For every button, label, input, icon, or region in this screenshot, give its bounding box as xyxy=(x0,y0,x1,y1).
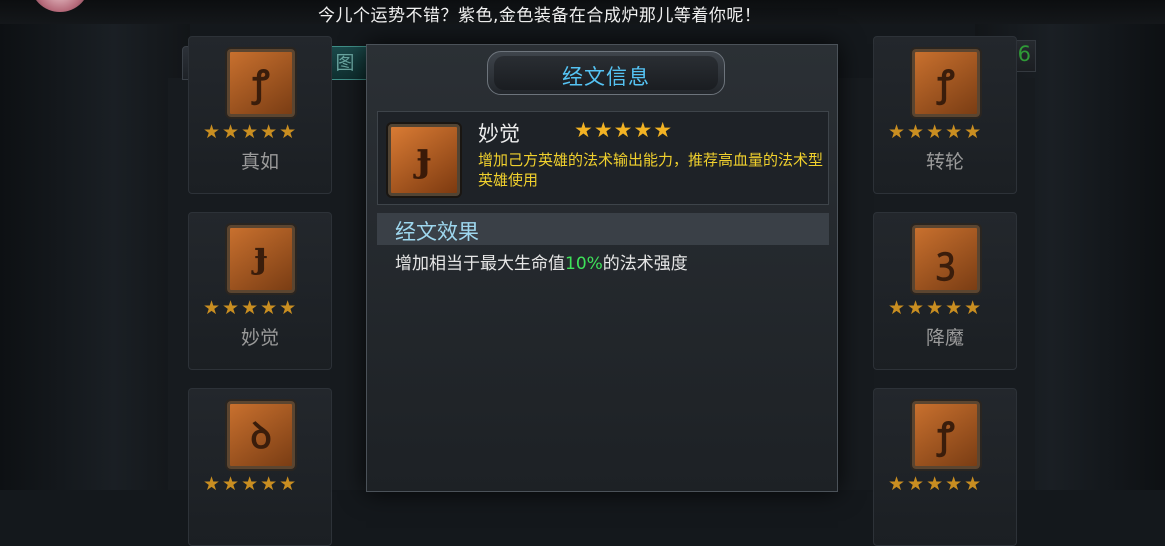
star-rating: ★★★★★ xyxy=(888,473,984,495)
scripture-info-dialog: 经文信息 ɟ 妙觉 ★★★★★ 增加己方英雄的法术输出能力，推荐高血量的法术型英… xyxy=(366,44,838,492)
card-name: 转轮 xyxy=(925,151,964,173)
effect-suffix: 的法术强度 xyxy=(602,254,688,274)
scripture-glyph-icon: ꝭ xyxy=(937,63,955,105)
dialog-header: 经文信息 xyxy=(487,51,725,95)
scripture-icon: ꝫ xyxy=(912,225,980,293)
scripture-icon: ꝭ xyxy=(912,401,980,469)
effect-section-header: 经文效果 xyxy=(377,213,829,245)
announcement-text: 今儿个运势不错？紫色,金色装备在合成炉那儿等着你呢！ xyxy=(318,6,762,26)
scripture-icon: ꝭ xyxy=(912,49,980,117)
scripture-icon: ɟ xyxy=(227,225,295,293)
scripture-card-xiangmo[interactable]: ꝫ ★★★★★ 降魔 xyxy=(873,212,1017,370)
scripture-card-third[interactable]: ꝺ ★★★★★ xyxy=(188,388,332,546)
scripture-glyph-icon: ꝺ xyxy=(250,415,272,457)
scripture-glyph-icon: ꝫ xyxy=(936,239,956,281)
scripture-icon: ꝺ xyxy=(227,401,295,469)
item-name: 妙觉 xyxy=(478,122,520,146)
scripture-card-sixth[interactable]: ꝭ ★★★★★ xyxy=(873,388,1017,546)
announcement-bar: 今儿个运势不错？紫色,金色装备在合成炉那儿等着你呢！ xyxy=(0,0,1165,26)
item-info: ɟ 妙觉 ★★★★★ 增加己方英雄的法术输出能力，推荐高血量的法术型英雄使用 xyxy=(377,111,829,205)
scripture-glyph-icon: ɟ xyxy=(416,133,432,180)
effect-value: 10% xyxy=(565,254,603,274)
card-name: 妙觉 xyxy=(240,327,279,349)
avatar xyxy=(30,0,90,12)
scripture-card-miaojue[interactable]: ɟ ★★★★★ 妙觉 xyxy=(188,212,332,370)
star-rating: ★★★★★ xyxy=(203,473,299,495)
star-rating: ★★★★★ xyxy=(888,121,984,143)
scripture-icon: ꝭ xyxy=(227,49,295,117)
effect-description: 增加相当于最大生命值10%的法术强度 xyxy=(395,249,688,274)
scripture-card-zhenru[interactable]: ꝭ ★★★★★ 真如 xyxy=(188,36,332,194)
effect-prefix: 增加相当于最大生命值 xyxy=(395,254,565,274)
backdrop-left xyxy=(0,0,190,490)
item-star-rating: ★★★★★ xyxy=(574,118,674,142)
star-rating: ★★★★★ xyxy=(203,121,299,143)
scripture-glyph-icon: ꝭ xyxy=(252,63,270,105)
card-name: 真如 xyxy=(240,151,279,173)
scripture-glyph-icon: ɟ xyxy=(254,234,268,276)
scripture-card-zhuanlun[interactable]: ꝭ ★★★★★ 转轮 xyxy=(873,36,1017,194)
item-description: 增加己方英雄的法术输出能力，推荐高血量的法术型英雄使用 xyxy=(478,151,824,189)
effect-title: 经文效果 xyxy=(395,220,479,244)
miaojue-scripture-icon: ɟ xyxy=(388,124,460,196)
card-name: 降魔 xyxy=(925,327,964,349)
dialog-title: 经文信息 xyxy=(562,65,650,89)
star-rating: ★★★★★ xyxy=(203,297,299,319)
scripture-glyph-icon: ꝭ xyxy=(937,415,955,457)
star-rating: ★★★★★ xyxy=(888,297,984,319)
